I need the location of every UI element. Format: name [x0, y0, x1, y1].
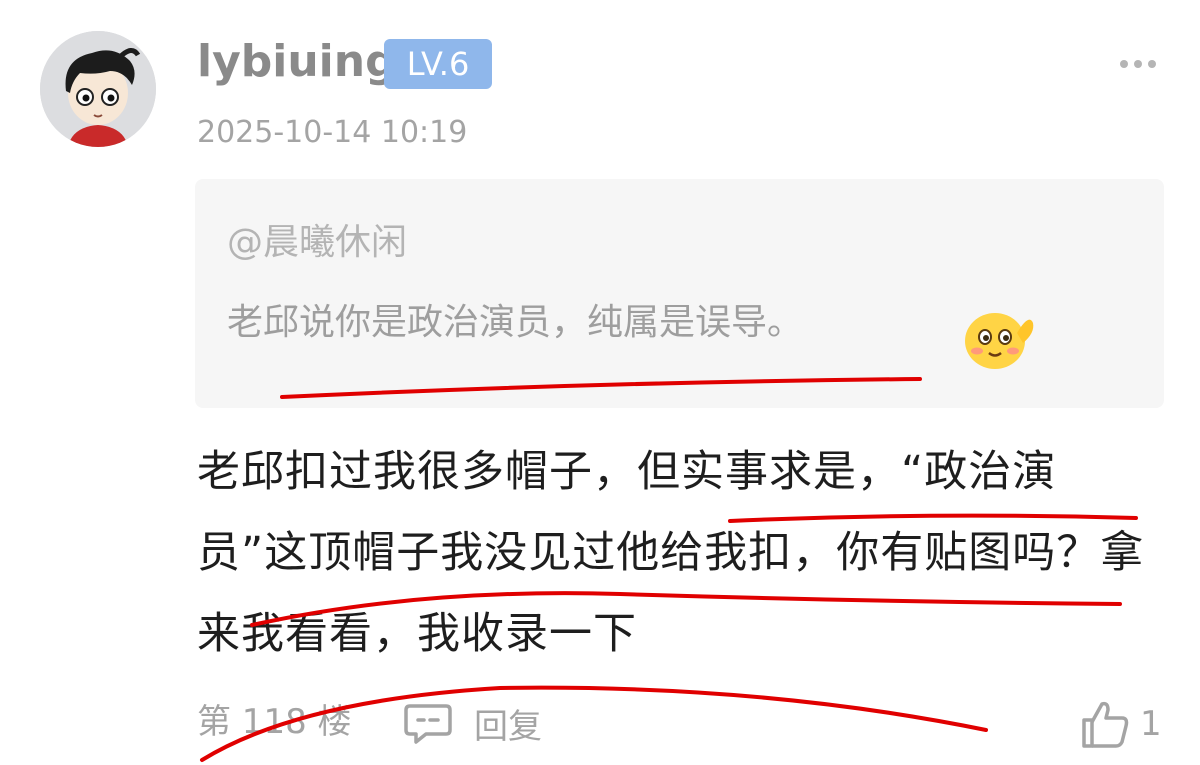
like-button[interactable]: 1: [1080, 698, 1162, 750]
reply-label: 回复: [474, 706, 542, 747]
level-badge: LV.6: [384, 39, 492, 89]
quote-mention[interactable]: @晨曦休闲: [227, 219, 407, 267]
quote-text: 老邱说你是政治演员，纯属是误导。: [227, 302, 804, 343]
comment-bubble-icon: [404, 704, 452, 744]
username[interactable]: lybiuing: [197, 34, 397, 90]
like-count: 1: [1140, 704, 1162, 744]
comment-body: 老邱扣过我很多帽子，但实事求是，“政治演员”这顶帽子我没见过他给我扣，你有贴图吗…: [197, 447, 1145, 659]
floor-number: 第 118 楼: [197, 702, 352, 742]
thumbs-up-icon: [1082, 701, 1129, 748]
avatar-cartoon-image: [40, 31, 156, 147]
reply-button[interactable]: 回复: [402, 700, 542, 747]
quoted-comment[interactable]: @晨曦休闲 老邱说你是政治演员，纯属是误导。: [195, 179, 1164, 408]
user-avatar[interactable]: [40, 31, 156, 147]
post-timestamp: 2025-10-14 10:19: [197, 115, 468, 150]
shy-smile-emoji-icon: [965, 313, 1034, 369]
more-dots-icon[interactable]: [1118, 56, 1158, 72]
